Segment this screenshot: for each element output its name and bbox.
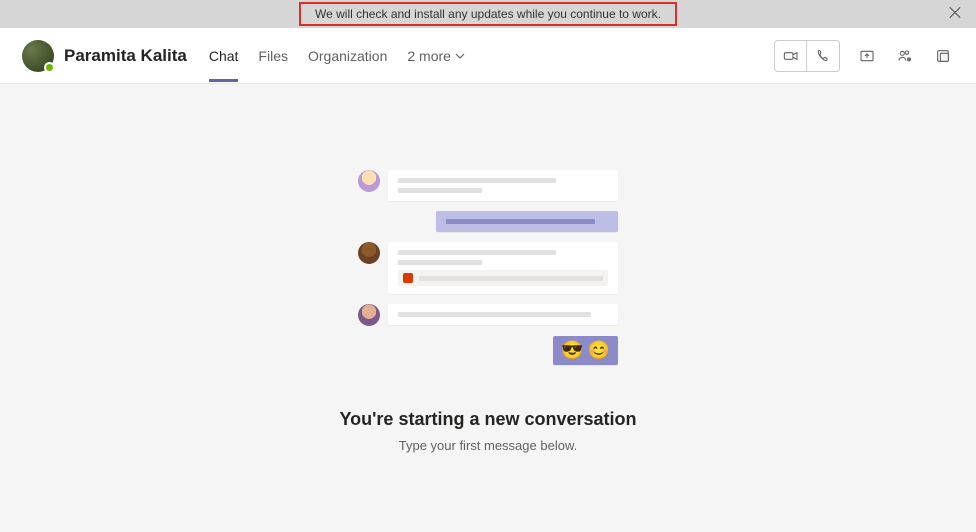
emoji-cool-icon: 😎 <box>561 340 583 361</box>
chevron-down-icon <box>455 48 465 64</box>
tab-chat-label: Chat <box>209 48 239 64</box>
illust-text-line <box>398 188 482 193</box>
tab-organization-label: Organization <box>308 48 387 64</box>
illust-text-line <box>419 276 603 281</box>
update-banner-text: We will check and install any updates wh… <box>315 7 661 21</box>
update-banner: We will check and install any updates wh… <box>0 0 976 28</box>
header-actions <box>774 40 954 72</box>
popout-button[interactable] <box>932 45 954 67</box>
illust-msg-incoming <box>358 304 618 326</box>
tab-organization[interactable]: Organization <box>308 30 387 82</box>
tab-bar: Chat Files Organization 2 more <box>209 30 465 82</box>
update-banner-highlight: We will check and install any updates wh… <box>299 2 677 26</box>
illust-avatar-icon <box>358 242 380 264</box>
share-screen-button[interactable] <box>856 45 878 67</box>
illust-msg-outgoing <box>358 211 618 232</box>
audio-call-button[interactable] <box>807 41 839 71</box>
illust-file-icon <box>403 273 413 283</box>
add-people-button[interactable] <box>894 45 916 67</box>
illust-bubble <box>388 170 618 201</box>
chat-empty-state: 😎 😊 You're starting a new conversation T… <box>0 84 976 532</box>
illust-msg-incoming <box>358 242 618 294</box>
avatar[interactable] <box>22 40 54 72</box>
illust-avatar-icon <box>358 304 380 326</box>
tab-files[interactable]: Files <box>258 30 288 82</box>
empty-state-title: You're starting a new conversation <box>339 409 636 430</box>
illust-text-line <box>398 312 591 317</box>
video-call-button[interactable] <box>775 41 807 71</box>
emoji-smile-icon: 😊 <box>588 340 610 361</box>
close-icon[interactable] <box>948 6 962 23</box>
illust-bubble <box>388 242 618 294</box>
illust-text-line <box>398 178 556 183</box>
conversation-illustration: 😎 😊 <box>358 170 618 365</box>
illust-bubble <box>388 304 618 325</box>
illust-attachment <box>398 270 608 286</box>
illust-emoji-bubble: 😎 😊 <box>553 336 618 365</box>
call-buttons <box>774 40 840 72</box>
chat-header: Paramita Kalita Chat Files Organization … <box>0 28 976 84</box>
tab-chat[interactable]: Chat <box>209 30 239 82</box>
empty-state-subtitle: Type your first message below. <box>399 438 577 453</box>
tab-files-label: Files <box>258 48 288 64</box>
illust-text-line <box>398 250 556 255</box>
tab-more[interactable]: 2 more <box>407 30 465 82</box>
tab-more-label: 2 more <box>407 48 451 64</box>
illust-avatar-icon <box>358 170 380 192</box>
illust-bubble <box>436 211 618 232</box>
presence-available-icon <box>44 62 55 73</box>
illust-msg-incoming <box>358 170 618 201</box>
illust-text-line <box>398 260 482 265</box>
contact-name: Paramita Kalita <box>64 46 187 66</box>
illust-text-line <box>446 219 595 224</box>
illust-msg-emoji: 😎 😊 <box>358 336 618 365</box>
